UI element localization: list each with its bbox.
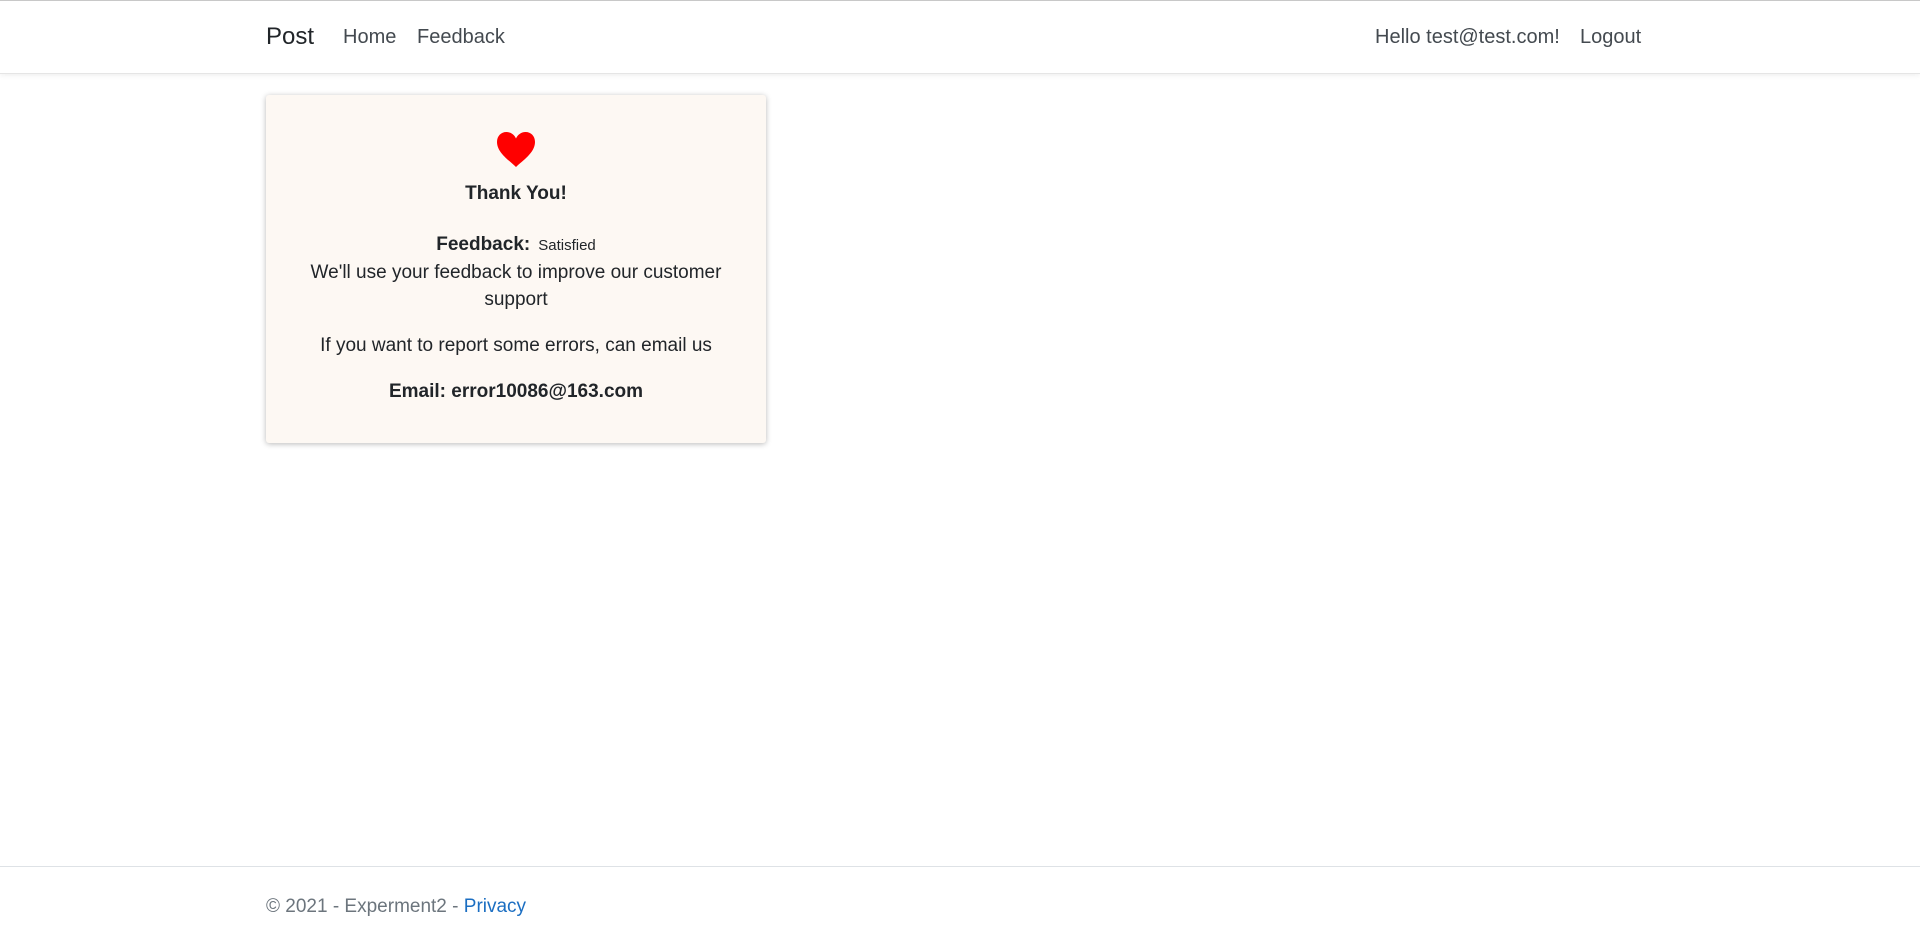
logout-link[interactable]: Logout [1580, 26, 1641, 49]
page-footer: © 2021 - Experment2 - Privacy [0, 866, 1920, 942]
improve-message: We'll use your feedback to improve our c… [310, 262, 722, 310]
privacy-link[interactable]: Privacy [464, 896, 526, 917]
feedback-value: Satisfied [538, 237, 596, 254]
nav-feedback-link[interactable]: Feedback [417, 26, 505, 49]
top-navbar: Post Home Feedback Hello test@test.com! … [0, 0, 1920, 74]
contact-email: Email: error10086@163.com [388, 381, 644, 402]
feedback-label: Feedback: [436, 234, 531, 255]
footer-text: © 2021 - Experment2 - Privacy [266, 896, 526, 918]
feedback-summary: Feedback: Satisfied [266, 234, 766, 256]
brand-link[interactable]: Post [266, 23, 314, 51]
user-greeting-link[interactable]: Hello test@test.com! [1375, 26, 1560, 49]
copyright-text: © 2021 - Experment2 - [266, 896, 464, 917]
report-errors-message: If you want to report some errors, can e… [320, 335, 712, 356]
nav-home-link[interactable]: Home [343, 26, 396, 49]
thank-you-card: Thank You! Feedback: Satisfied We'll use … [266, 95, 766, 443]
thank-you-heading: Thank You! [465, 183, 567, 204]
heart-icon [497, 132, 535, 167]
